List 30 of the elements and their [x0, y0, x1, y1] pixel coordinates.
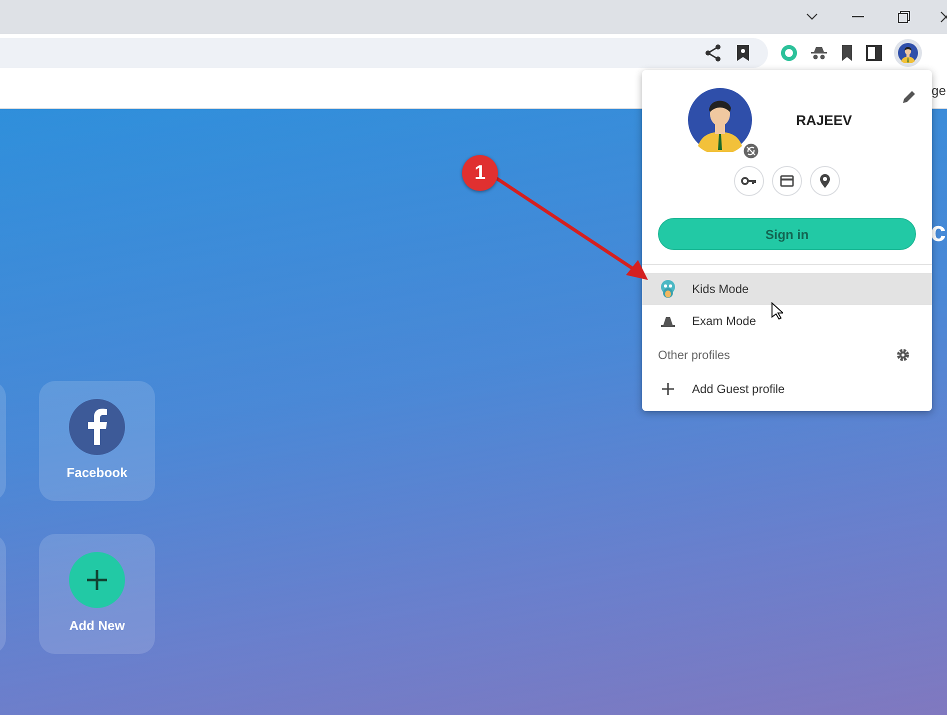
payment-button[interactable] — [772, 166, 802, 196]
side-panel-icon[interactable] — [866, 45, 882, 61]
restore-icon[interactable] — [898, 11, 910, 23]
section-label: Other profiles — [658, 348, 730, 362]
settings-icon[interactable] — [896, 348, 910, 362]
sync-off-icon — [742, 142, 760, 160]
profile-item[interactable]: Exam Mode — [642, 305, 932, 337]
page-heading: c — [930, 217, 946, 247]
add-guest-item[interactable]: Add Guest profile — [642, 373, 932, 405]
plus-icon — [69, 552, 125, 608]
bookmark-label[interactable]: ge — [932, 82, 946, 98]
close-icon[interactable] — [939, 11, 947, 23]
cursor-icon — [771, 302, 783, 320]
location-pin-icon — [819, 173, 831, 189]
profile-item[interactable]: Kids Mode — [642, 273, 932, 305]
bookmark-icon[interactable] — [736, 44, 750, 62]
share-icon[interactable] — [704, 44, 722, 62]
bookmark-icon[interactable] — [840, 44, 854, 62]
edit-icon[interactable] — [902, 90, 916, 104]
addresses-button[interactable] — [810, 166, 840, 196]
profile-name: RAJEEV — [796, 112, 852, 128]
key-icon — [741, 176, 757, 186]
passwords-button[interactable] — [734, 166, 764, 196]
minimize-icon[interactable] — [852, 16, 864, 18]
penguin-icon — [658, 279, 678, 299]
credit-card-icon — [780, 175, 794, 187]
avatar-icon[interactable] — [898, 43, 918, 63]
avatar-icon — [688, 88, 752, 152]
incognito-icon[interactable] — [810, 44, 828, 62]
facebook-icon — [69, 399, 125, 455]
